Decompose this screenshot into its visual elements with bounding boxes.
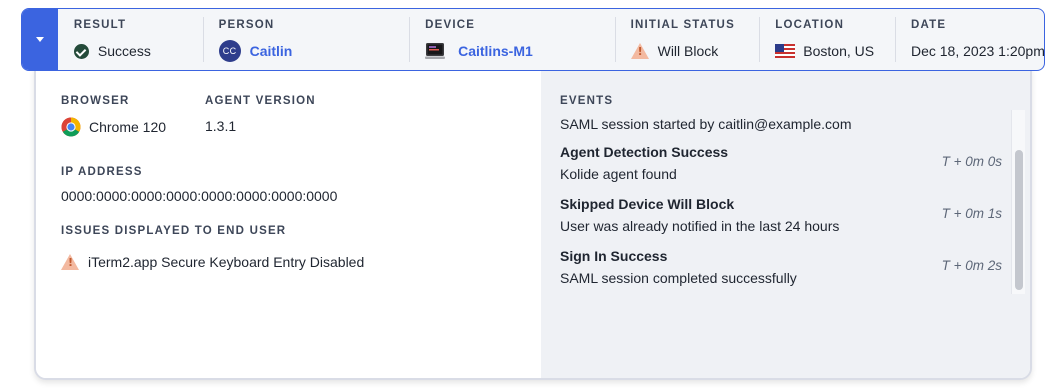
events-list[interactable]: Agent Detection Success Kolide agent fou…	[560, 144, 1002, 300]
collapse-toggle[interactable]	[22, 9, 58, 70]
location-label: LOCATION	[775, 19, 845, 31]
event-item: Sign In Success SAML session completed s…	[560, 248, 1002, 300]
check-circle-icon	[73, 43, 89, 59]
issue-item: iTerm2.app Secure Keyboard Entry Disable…	[61, 254, 364, 270]
event-time: T + 0m 1s	[941, 206, 1002, 221]
initial-status-text: Will Block	[657, 43, 719, 59]
result-column: RESULT Success	[58, 9, 203, 70]
event-title: Skipped Device Will Block	[560, 196, 735, 212]
avatar: CC	[218, 40, 241, 62]
event-item: Agent Detection Success Kolide agent fou…	[560, 144, 1002, 196]
event-title: Sign In Success	[560, 248, 668, 264]
event-description: User was already notified in the last 24…	[560, 218, 840, 234]
events-scrollbar-thumb[interactable]	[1015, 150, 1023, 290]
event-time: T + 0m 2s	[941, 258, 1002, 273]
details-pane: BROWSER Chrome 120 AGENT VERSION 1.3.1 I…	[36, 62, 541, 378]
person-link[interactable]: Caitlin	[250, 43, 293, 59]
agent-version-label: AGENT VERSION	[205, 95, 316, 107]
event-time: T + 0m 0s	[941, 154, 1002, 169]
ip-address-label: IP ADDRESS	[61, 166, 143, 178]
event-title: Agent Detection Success	[560, 144, 729, 160]
warning-icon	[61, 254, 79, 270]
initial-status-value: Will Block	[630, 42, 760, 60]
device-label: DEVICE	[425, 19, 476, 31]
agent-version-value: 1.3.1	[205, 118, 237, 134]
location-text: Boston, US	[803, 43, 875, 59]
us-flag-icon	[775, 44, 796, 58]
location-column: LOCATION Boston, US	[759, 9, 895, 70]
chevron-down-icon	[35, 37, 44, 42]
person-column: PERSON CC Caitlin	[202, 9, 410, 70]
event-description: SAML session completed successfully	[560, 270, 797, 286]
event-partial-description: SAML session started by caitlin@example.…	[560, 116, 852, 132]
summary-header: RESULT Success PERSON CC Caitlin DEVICE …	[21, 8, 1045, 71]
browser-label: BROWSER	[61, 95, 130, 107]
date-value: Dec 18, 2023 1:20pm	[910, 43, 1045, 59]
detail-card: BROWSER Chrome 120 AGENT VERSION 1.3.1 I…	[34, 60, 1032, 380]
result-label: RESULT	[73, 19, 127, 31]
issues-label: ISSUES DISPLAYED TO END USER	[61, 225, 287, 237]
date-column: DATE Dec 18, 2023 1:20pm	[894, 9, 1045, 70]
ip-address-value: 0000:0000:0000:0000:0000:0000:0000:0000	[61, 188, 338, 204]
device-value: Caitlins-M1	[425, 42, 615, 60]
initial-status-label: INITIAL STATUS	[630, 19, 735, 31]
chrome-icon	[61, 117, 81, 137]
date-label: DATE	[910, 19, 947, 31]
result-text: Success	[97, 43, 151, 59]
warning-icon	[630, 43, 649, 59]
location-value: Boston, US	[775, 42, 895, 60]
initial-status-column: INITIAL STATUS Will Block	[614, 9, 760, 70]
device-link[interactable]: Caitlins-M1	[458, 43, 533, 59]
issue-text: iTerm2.app Secure Keyboard Entry Disable…	[88, 254, 365, 270]
person-value: CC Caitlin	[218, 40, 410, 62]
device-column: DEVICE Caitlins-M1	[409, 9, 615, 70]
laptop-icon	[425, 43, 446, 59]
person-label: PERSON	[218, 19, 275, 31]
browser-value: Chrome 120	[61, 117, 166, 137]
events-pane: EVENTS SAML session started by caitlin@e…	[541, 62, 1030, 378]
result-value: Success	[73, 42, 203, 60]
events-label: EVENTS	[560, 95, 614, 107]
events-scrollbar[interactable]	[1011, 110, 1025, 294]
event-description: Kolide agent found	[560, 166, 677, 182]
browser-text: Chrome 120	[89, 119, 167, 135]
event-item: Skipped Device Will Block User was alrea…	[560, 196, 1002, 248]
